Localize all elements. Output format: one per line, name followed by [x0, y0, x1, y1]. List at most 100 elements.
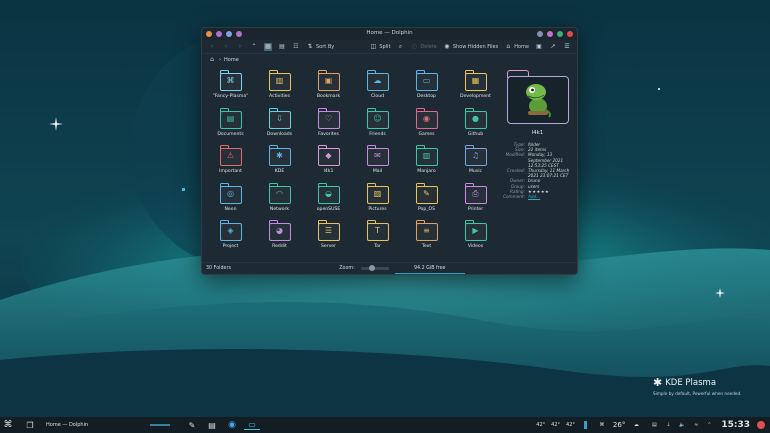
folder-label: Cloud — [370, 94, 385, 99]
show-desktop-button[interactable]: ❐ — [22, 421, 38, 430]
clipboard-icon[interactable]: ▤ — [647, 422, 661, 428]
folder-label: Documents — [217, 131, 244, 137]
folder-item[interactable]: ▤ Documents — [206, 106, 255, 144]
breadcrumb-home[interactable]: Home — [224, 57, 239, 63]
dolphin-window[interactable]: Home — Dolphin ‹ › › ⌃ ▦ ▤ ☷ ⇅ Sort By ◫ S… — [201, 27, 578, 275]
terminal-button[interactable]: ▣ — [535, 43, 543, 51]
folder-item[interactable]: ▦ Development — [451, 68, 500, 106]
updates-icon[interactable]: ⇣ — [661, 422, 675, 428]
videos-icon: ▶ — [472, 226, 479, 235]
folder-item[interactable]: ≡ Text — [402, 218, 451, 256]
folder-item[interactable]: ▭ Desktop — [402, 68, 451, 106]
add-comment-link[interactable]: Add... — [528, 194, 573, 199]
folder-item[interactable]: T Tar — [353, 218, 402, 256]
task-firefox[interactable]: ◉ — [224, 420, 240, 430]
task-dolphin[interactable]: Home — Dolphin — [46, 422, 126, 428]
cpu-temp-2[interactable]: 42° — [551, 422, 560, 428]
back-button[interactable]: ‹ — [208, 43, 216, 51]
folder-item[interactable]: ◆ l4k1 — [304, 143, 353, 181]
folder-item[interactable]: ☰ Server — [304, 218, 353, 256]
folder-item[interactable]: ▶ Videos — [451, 218, 500, 256]
folder-item[interactable]: ⇩ Downloads — [255, 106, 304, 144]
gecko-icon — [525, 84, 551, 118]
pager-widget[interactable] — [140, 424, 180, 426]
up-button[interactable]: ⌃ — [250, 43, 258, 51]
folder-item[interactable]: ● Github — [451, 106, 500, 144]
details-view-button[interactable]: ☷ — [292, 43, 300, 51]
zoom-slider[interactable] — [360, 265, 389, 271]
folder-item[interactable]: ▥ Activities — [255, 68, 304, 106]
folder-item[interactable]: ◈ Project — [206, 218, 255, 256]
folder-item[interactable]: ☺ Friends — [353, 106, 402, 144]
folder-item[interactable]: ⎙ Printer — [451, 181, 500, 219]
kde-connect-icon[interactable]: ⌘ — [595, 422, 609, 428]
free-space[interactable]: 94.2 GiB free — [394, 266, 465, 274]
folder-item[interactable]: ◎ Neon — [206, 181, 255, 219]
folder-icon: ▭ — [415, 70, 439, 92]
sort-by-button[interactable]: ⇅ Sort By — [306, 43, 334, 51]
folder-item[interactable]: ◒ openSUSE — [304, 181, 353, 219]
show-hidden-button[interactable]: ◉ Show Hidden Files — [443, 43, 498, 51]
window-controls[interactable] — [537, 31, 573, 37]
folder-item[interactable]: ▥ Manjaro — [402, 143, 451, 181]
folder-item[interactable]: ✉ Mail — [353, 143, 402, 181]
application-launcher[interactable]: ⌘ — [0, 420, 16, 430]
folder-icon: T — [366, 220, 390, 242]
folder-item[interactable]: ▨ Pictures — [353, 181, 402, 219]
cpu-temp-1[interactable]: 42° — [536, 422, 545, 428]
folder-item[interactable]: ♫ Music — [451, 143, 500, 181]
icons-view-button[interactable]: ▦ — [264, 42, 272, 51]
zoom-slider-handle[interactable] — [368, 265, 375, 271]
folder-label: Development — [460, 94, 491, 99]
help-button[interactable] — [537, 31, 543, 37]
folder-item[interactable]: ☁ Cloud — [353, 68, 402, 106]
minimize-button[interactable] — [547, 31, 553, 37]
weather-temp[interactable]: 26° — [613, 421, 625, 429]
home-icon[interactable]: ⌂ — [208, 56, 216, 64]
battery-icon[interactable] — [581, 421, 591, 429]
text-icon: ≡ — [423, 226, 430, 235]
home-button[interactable]: ⌂ Home — [504, 43, 529, 51]
folder-count: 30 Folders — [206, 266, 231, 271]
maximize-button[interactable] — [557, 31, 563, 37]
folder-icon: ▤ — [219, 107, 243, 130]
detail-key: Comment: — [503, 194, 525, 200]
clock[interactable]: 15:33 — [721, 420, 750, 430]
folder-item[interactable]: ◉ Games — [402, 106, 451, 144]
folder-item[interactable]: ♡ Favorites — [304, 106, 353, 144]
compact-view-button[interactable]: ▤ — [278, 43, 286, 51]
open-external-button[interactable]: ↗ — [549, 43, 557, 51]
folder-icon: ◆ — [317, 145, 341, 167]
important-icon: ⚠ — [226, 151, 235, 160]
favorites-icon: ♡ — [324, 113, 333, 123]
folder-item[interactable]: ⚠ Important — [206, 143, 255, 181]
folder-item[interactable]: ⌘ "Fancy-Plasma" — [206, 68, 255, 106]
folder-item[interactable]: ▣ Bookmark — [304, 68, 353, 106]
task-dolphin-icon[interactable]: ▭ — [244, 420, 260, 430]
weather-icon[interactable]: ☁ — [629, 422, 643, 428]
volume-icon[interactable]: 🔈 — [675, 422, 689, 428]
breadcrumb: ⌂ › Home — [202, 54, 577, 66]
folder-item[interactable]: ◠ Network — [255, 181, 304, 219]
forward-button[interactable]: › — [222, 43, 230, 51]
tray-expand-icon[interactable]: ⌃ — [703, 422, 715, 428]
close-button[interactable] — [567, 31, 573, 37]
folder-item[interactable]: ✱ KDE — [255, 143, 304, 181]
folder-item[interactable]: ◕ Reddit — [255, 218, 304, 256]
kde-subtitle: Simple by default, Powerful when needed. — [653, 391, 742, 396]
split-icon: ◫ — [370, 42, 377, 50]
delete-button[interactable]: ◌ Delete — [410, 43, 437, 51]
cpu-temp-3[interactable]: 42° — [566, 422, 575, 428]
title-bar[interactable]: Home — Dolphin — [202, 28, 577, 40]
task-app-1[interactable]: ✎ — [184, 421, 200, 430]
notifications-icon[interactable] — [754, 421, 768, 429]
hamburger-menu-button[interactable]: ☰ — [563, 43, 571, 51]
folder-icon: ✎ — [415, 182, 439, 205]
kde-title: KDE Plasma — [665, 377, 717, 388]
search-button[interactable]: ⌕ — [396, 43, 404, 51]
task-app-2[interactable]: ▤ — [204, 421, 220, 430]
network-icon[interactable]: ≈ — [689, 422, 703, 428]
folder-item[interactable]: ✎ Pop_OS — [402, 181, 451, 219]
forward-history-button[interactable]: › — [236, 43, 244, 51]
split-button[interactable]: ◫ Split — [369, 43, 390, 51]
